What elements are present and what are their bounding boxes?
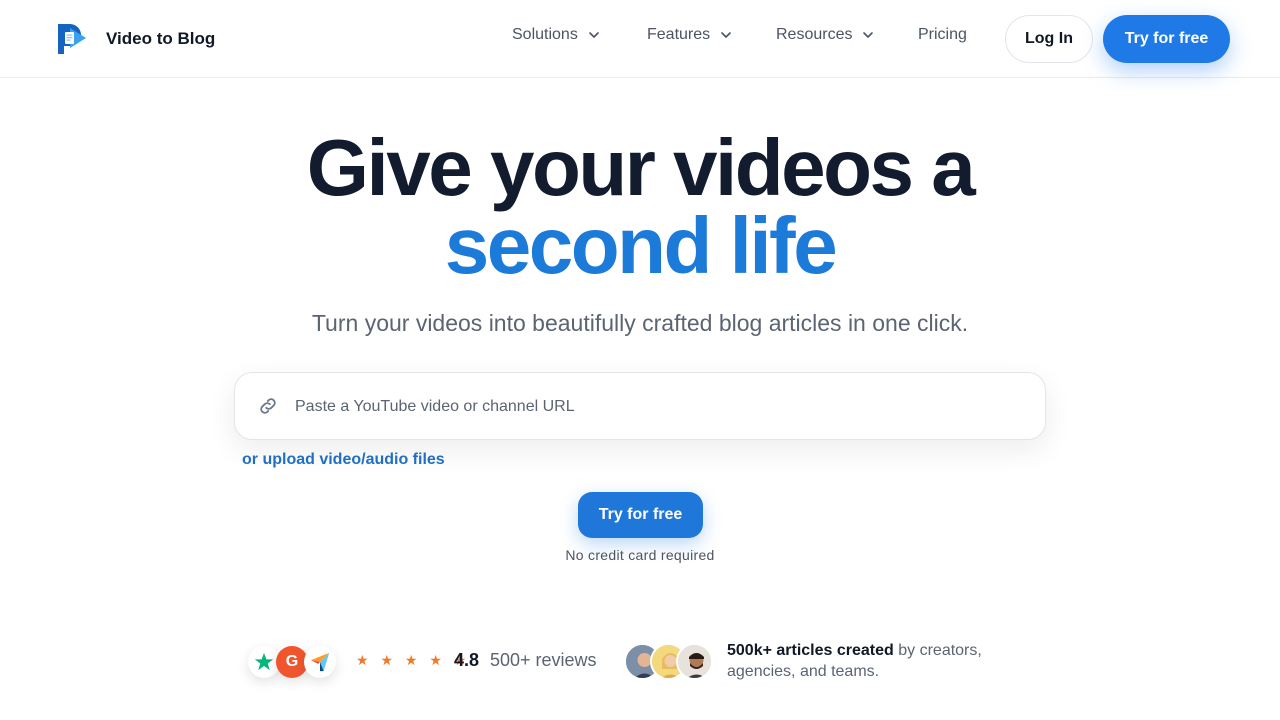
nav-resources[interactable]: Resources [776,26,874,44]
articles-created-text: 500k+ articles created by creators, agen… [727,640,1027,682]
avatar [676,643,713,680]
url-input-box[interactable] [234,372,1046,440]
brand-name: Video to Blog [106,29,216,48]
logo[interactable]: Video to Blog [56,22,215,56]
hero-subheadline: Turn your videos into beautifully crafte… [311,310,969,336]
review-badges: G [248,640,340,684]
video-url-input[interactable] [295,391,1015,423]
nav-label: Features [647,26,711,43]
no-credit-card-note: No credit card required [565,547,715,563]
articles-created-count: 500k+ articles created [727,642,894,659]
chevron-down-icon [721,32,731,38]
nav-features[interactable]: Features [647,26,732,44]
try-for-free-header-button[interactable]: Try for free [1103,15,1230,63]
nav-label: Resources [776,26,853,43]
login-button[interactable]: Log In [1005,15,1093,63]
hero-headline-accent: second life [444,201,838,290]
reviews-count: 500+ reviews [490,650,597,670]
capterra-icon [304,646,336,678]
hero-headline: Give your videos a [306,123,976,212]
nav-pricing[interactable]: Pricing [918,26,967,44]
upload-files-link[interactable]: or upload video/audio files [242,451,445,469]
nav-label: Pricing [918,26,967,43]
chevron-down-icon [863,32,874,38]
link-icon [260,398,276,414]
site-header: Video to Blog Solutions Features Resourc… [0,0,1280,78]
logo-icon [58,24,86,54]
nav-label: Solutions [512,26,578,43]
try-for-free-button[interactable]: Try for free [578,492,703,538]
chevron-down-icon [589,32,599,38]
nav-solutions[interactable]: Solutions [512,26,600,44]
rating-value: 4.8 [454,650,480,670]
creator-avatars [624,643,716,681]
